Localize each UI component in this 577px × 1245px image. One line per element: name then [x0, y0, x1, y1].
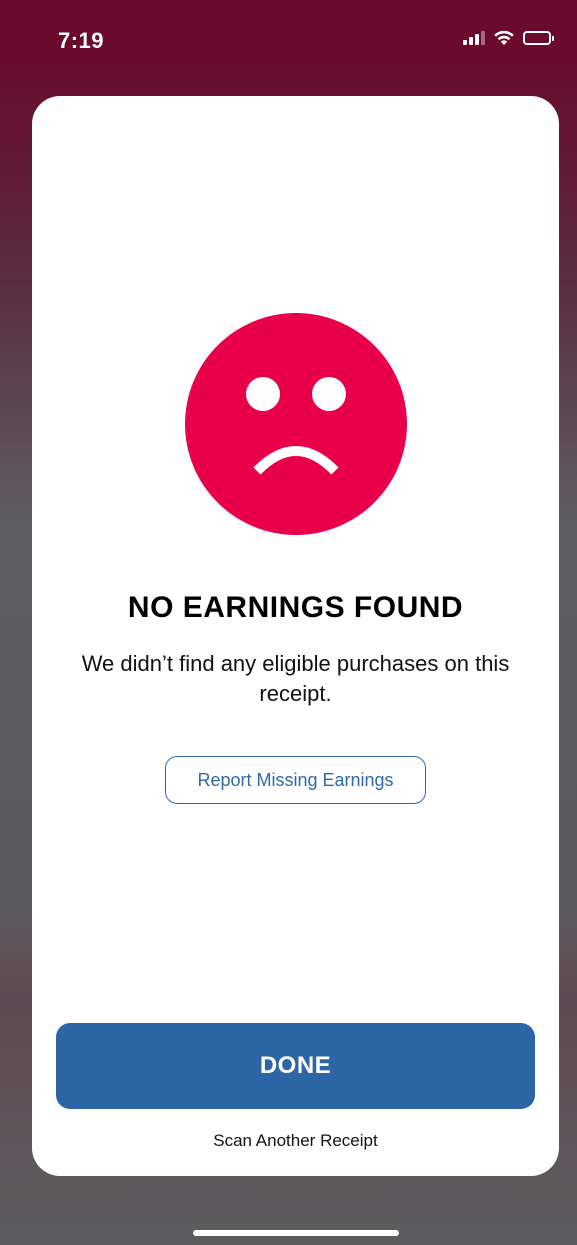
wifi-icon [494, 30, 514, 45]
right-eye [312, 377, 346, 411]
status-time: 7:19 [58, 28, 105, 53]
battery-icon [523, 31, 554, 45]
status-bar: 7:19 [0, 0, 577, 90]
status-icons [463, 30, 554, 46]
sad-face-icon [185, 313, 407, 535]
report-missing-earnings-button[interactable]: Report Missing Earnings [165, 756, 426, 804]
left-eye [246, 377, 280, 411]
frown-mouth [253, 446, 339, 475]
signal-icon [463, 31, 485, 45]
done-button[interactable]: DONE [56, 1023, 535, 1109]
result-message: We didn’t find any eligible purchases on… [81, 651, 510, 706]
home-indicator[interactable] [193, 1230, 399, 1236]
result-card: NO EARNINGS FOUND We didn’t find any eli… [32, 96, 559, 1176]
scan-another-receipt-link[interactable]: Scan Another Receipt [32, 1131, 559, 1151]
result-headline: NO EARNINGS FOUND [127, 591, 464, 624]
